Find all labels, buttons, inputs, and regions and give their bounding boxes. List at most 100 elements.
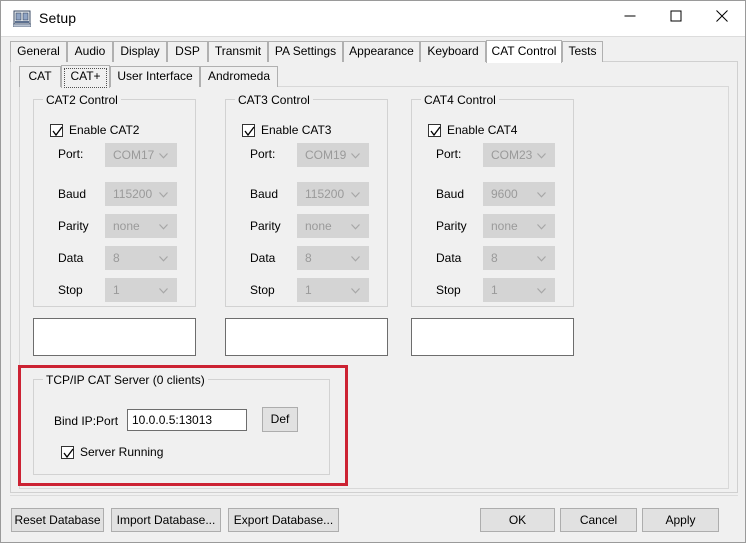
chevron-down-icon: [351, 153, 360, 159]
cat4-port-label: Port:: [436, 147, 461, 161]
bind-ip-port-label: Bind IP:Port: [54, 414, 118, 428]
chevron-down-icon: [159, 288, 168, 294]
cat3-data-label: Data: [250, 251, 275, 265]
server-running-label: Server Running: [80, 445, 163, 459]
cat4-status-textbox[interactable]: [411, 318, 574, 356]
cat3-port-combobox[interactable]: COM19: [297, 143, 369, 167]
tab-appearance[interactable]: Appearance: [343, 41, 420, 62]
cat3-data-combobox[interactable]: 8: [297, 246, 369, 270]
cat3-status-textbox[interactable]: [225, 318, 388, 356]
chevron-down-icon: [351, 256, 360, 262]
tab-general[interactable]: General: [10, 41, 67, 62]
cat2-port-value: COM17: [113, 148, 154, 162]
chevron-down-icon: [537, 256, 546, 262]
cat3-stop-value: 1: [305, 283, 312, 297]
cat2-stop-combobox[interactable]: 1: [105, 278, 177, 302]
cat3-stop-combobox[interactable]: 1: [297, 278, 369, 302]
export-database-button[interactable]: Export Database...: [228, 508, 339, 532]
cat2-stop-value: 1: [113, 283, 120, 297]
cat4-stop-label: Stop: [436, 283, 461, 297]
cat2-baud-value: 115200: [113, 187, 152, 201]
cat2-data-label: Data: [58, 251, 83, 265]
cat2-baud-label: Baud: [58, 187, 86, 201]
radio-transceiver-icon: [13, 10, 31, 27]
cat4-port-combobox[interactable]: COM23: [483, 143, 555, 167]
cat2-data-combobox[interactable]: 8: [105, 246, 177, 270]
chevron-down-icon: [159, 153, 168, 159]
cat2-parity-combobox[interactable]: none: [105, 214, 177, 238]
cat2-baud-combobox[interactable]: 115200: [105, 182, 177, 206]
tab-tests[interactable]: Tests: [562, 41, 603, 62]
enable-cat3-label: Enable CAT3: [261, 123, 331, 137]
tab-cat-control[interactable]: CAT Control: [486, 40, 562, 63]
cat4-data-value: 8: [491, 251, 498, 265]
tab-andromeda[interactable]: Andromeda: [200, 66, 278, 87]
footer-divider: [10, 495, 738, 496]
chevron-down-icon: [351, 288, 360, 294]
cat4-baud-value: 9600: [491, 187, 518, 201]
setup-window: Setup General Audio Display DSP Transmit…: [0, 0, 746, 543]
cat4-group-label: CAT4 Control: [421, 93, 499, 107]
checkbox-box: [242, 124, 255, 137]
tab-pa-settings[interactable]: PA Settings: [268, 41, 343, 62]
enable-cat2-label: Enable CAT2: [69, 123, 139, 137]
cat4-port-value: COM23: [491, 148, 532, 162]
cat3-port-label: Port:: [250, 147, 275, 161]
tab-display[interactable]: Display: [113, 41, 167, 62]
cat4-baud-label: Baud: [436, 187, 464, 201]
cat3-baud-combobox[interactable]: 115200: [297, 182, 369, 206]
chevron-down-icon: [159, 224, 168, 230]
maximize-button[interactable]: [653, 1, 699, 31]
tcpip-server-group-label: TCP/IP CAT Server (0 clients): [43, 373, 208, 387]
bind-ip-port-input[interactable]: 10.0.0.5:13013: [127, 409, 247, 431]
cat2-data-value: 8: [113, 251, 120, 265]
chevron-down-icon: [537, 153, 546, 159]
cat4-parity-combobox[interactable]: none: [483, 214, 555, 238]
cat2-port-combobox[interactable]: COM17: [105, 143, 177, 167]
apply-button[interactable]: Apply: [642, 508, 719, 532]
ok-button[interactable]: OK: [480, 508, 555, 532]
cat4-data-combobox[interactable]: 8: [483, 246, 555, 270]
chevron-down-icon: [351, 224, 360, 230]
cat4-data-label: Data: [436, 251, 461, 265]
cat4-stop-value: 1: [491, 283, 498, 297]
cat2-parity-value: none: [113, 219, 140, 233]
tab-cat[interactable]: CAT: [19, 66, 61, 87]
cancel-button[interactable]: Cancel: [560, 508, 637, 532]
checkbox-box: [50, 124, 63, 137]
cat2-group-label: CAT2 Control: [43, 93, 121, 107]
title-bar: Setup: [1, 1, 745, 37]
tab-user-interface[interactable]: User Interface: [110, 66, 200, 87]
cat2-parity-label: Parity: [58, 219, 89, 233]
cat3-parity-combobox[interactable]: none: [297, 214, 369, 238]
cat3-baud-value: 115200: [305, 187, 344, 201]
chevron-down-icon: [159, 192, 168, 198]
chevron-down-icon: [537, 192, 546, 198]
tab-keyboard[interactable]: Keyboard: [420, 41, 486, 62]
cat2-port-label: Port:: [58, 147, 83, 161]
chevron-down-icon: [351, 192, 360, 198]
cat-sub-tab-strip: CAT CAT+ User Interface Andromeda: [19, 65, 729, 87]
close-button[interactable]: [699, 1, 745, 31]
checkbox-box: [61, 446, 74, 459]
cat4-parity-label: Parity: [436, 219, 467, 233]
chevron-down-icon: [537, 224, 546, 230]
cat3-baud-label: Baud: [250, 187, 278, 201]
tab-transmit[interactable]: Transmit: [208, 41, 268, 62]
main-tab-strip: General Audio Display DSP Transmit PA Se…: [10, 40, 738, 62]
import-database-button[interactable]: Import Database...: [111, 508, 221, 532]
tab-dsp[interactable]: DSP: [167, 41, 208, 62]
focus-ring: [64, 68, 107, 88]
enable-cat4-label: Enable CAT4: [447, 123, 517, 137]
tab-cat-plus[interactable]: CAT+: [61, 65, 110, 88]
cat3-stop-label: Stop: [250, 283, 275, 297]
cat4-stop-combobox[interactable]: 1: [483, 278, 555, 302]
tab-audio[interactable]: Audio: [67, 41, 113, 62]
default-bind-button[interactable]: Def: [262, 407, 298, 432]
cat2-status-textbox[interactable]: [33, 318, 196, 356]
reset-database-button[interactable]: Reset Database: [11, 508, 104, 532]
cat4-baud-combobox[interactable]: 9600: [483, 182, 555, 206]
minimize-button[interactable]: [607, 1, 653, 31]
cat4-parity-value: none: [491, 219, 518, 233]
chevron-down-icon: [159, 256, 168, 262]
